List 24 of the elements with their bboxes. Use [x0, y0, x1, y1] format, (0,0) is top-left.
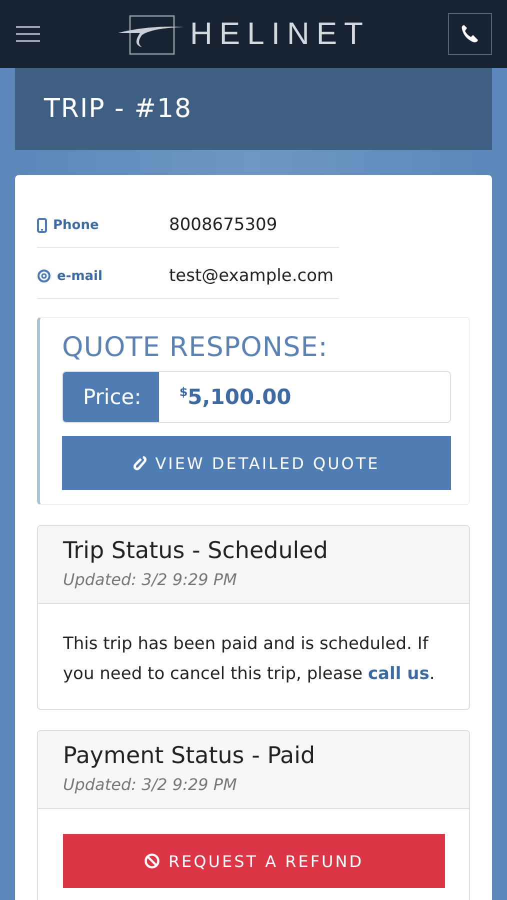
quote-heading: QUOTE RESPONSE:: [62, 332, 329, 363]
ban-icon: [144, 853, 160, 869]
call-us-link[interactable]: call us: [368, 664, 430, 684]
phone-icon: [460, 24, 480, 44]
field-value: test@example.com: [167, 254, 339, 299]
updated-time: Updated: 3/2 9:29 PM: [63, 570, 238, 589]
paperclip-icon: [133, 455, 148, 471]
panel-title: Payment Status - Paid: [63, 743, 316, 769]
page-title: TRIP - #18: [44, 94, 192, 124]
menu-icon: [16, 25, 40, 43]
menu-button[interactable]: [16, 25, 40, 43]
updated-time: Updated: 3/2 9:29 PM: [63, 775, 238, 794]
mobile-phone-icon: [37, 218, 47, 232]
field-label: e-mail: [57, 268, 102, 284]
price-value: $^{$}$5,100.00: [178, 384, 292, 411]
field-label: Phone: [53, 218, 99, 232]
view-quote-button[interactable]: VIEW DETAILED QUOTE: [62, 436, 451, 490]
logo-text: HELINET: [190, 16, 370, 52]
panel-title: Trip Status - Scheduled: [63, 538, 329, 564]
price-label: Price:: [63, 372, 160, 422]
refund-button[interactable]: REQUEST A REFUND: [63, 834, 445, 888]
field-value: 8008675309: [167, 203, 339, 248]
status-message: This trip has been paid and is scheduled. If you need to cancel this trip, please call us.: [63, 633, 436, 686]
call-button[interactable]: [448, 13, 492, 55]
